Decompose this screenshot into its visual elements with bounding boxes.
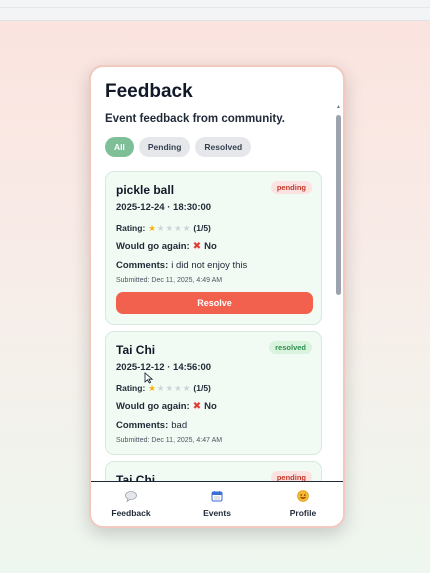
nav-events-label: Events xyxy=(203,508,231,518)
scrollbar-thumb[interactable] xyxy=(336,115,341,295)
event-datetime: 2025-12-12 · 14:56:00 xyxy=(116,362,212,373)
calendar-icon xyxy=(211,490,223,505)
speech-bubble-icon xyxy=(125,490,137,505)
page-title: Feedback xyxy=(105,81,193,102)
event-title: Tai Chi xyxy=(116,343,156,357)
star-empty-icon: ★ xyxy=(165,222,174,233)
status-badge: pending xyxy=(270,181,312,194)
feedback-card: Tai Chi resolved 2025-12-12 · 14:56:00 R… xyxy=(105,331,322,455)
cross-mark-icon: ✖ xyxy=(192,401,202,412)
star-empty-icon: ★ xyxy=(156,222,165,233)
rating-label: Rating: xyxy=(116,223,146,233)
star-filled-icon: ★ xyxy=(148,382,156,393)
feedback-card: pickle ball pending 2025-12-24 · 18:30:0… xyxy=(105,171,322,325)
resolve-button[interactable]: Resolve xyxy=(116,292,313,314)
comments-text: i did not enjoy this xyxy=(171,260,248,271)
app-window: Feedback Event feedback from community. … xyxy=(89,65,345,528)
event-title: pickle ball xyxy=(116,183,175,197)
scroll-up-arrow-icon[interactable]: ▲ xyxy=(336,105,341,110)
comments-label: Comments: xyxy=(116,260,169,271)
star-empty-icon: ★ xyxy=(182,382,191,393)
comments-row: Comments: bad xyxy=(116,420,187,431)
nav-profile-label: Profile xyxy=(289,508,317,518)
rating-text: (1/5) xyxy=(193,383,211,393)
would-go-again-value: No xyxy=(204,401,217,412)
feedback-scroll-area[interactable]: Feedback Event feedback from community. … xyxy=(91,67,343,485)
star-empty-icon: ★ xyxy=(156,382,165,393)
rating-row: Rating: ★ ★ ★ ★ ★ (1/5) xyxy=(116,223,211,233)
smiley-face-icon xyxy=(297,490,309,505)
nav-feedback-label: Feedback xyxy=(111,507,151,518)
mouse-cursor-icon xyxy=(144,372,154,384)
event-datetime: 2025-12-24 · 18:30:00 xyxy=(116,202,212,213)
page-subtitle: Event feedback from community. xyxy=(105,113,285,125)
rating-stars: ★ ★ ★ ★ ★ xyxy=(148,384,190,393)
rating-stars: ★ ★ ★ ★ ★ xyxy=(148,224,190,233)
filter-chips: All Pending Resolved xyxy=(105,137,252,157)
comments-row: Comments: i did not enjoy this xyxy=(116,260,247,271)
submitted-time: Submitted: Dec 11, 2025, 4:49 AM xyxy=(116,277,223,284)
filter-pending[interactable]: Pending xyxy=(138,137,191,157)
comments-text: bad xyxy=(171,420,188,431)
browser-toolbar xyxy=(0,0,430,21)
star-empty-icon: ★ xyxy=(174,222,182,233)
nav-feedback[interactable]: Feedback xyxy=(99,482,163,526)
nav-profile[interactable]: Profile xyxy=(271,482,335,526)
nav-events[interactable]: Events xyxy=(185,482,249,526)
comments-label: Comments: xyxy=(116,420,169,431)
star-filled-icon: ★ xyxy=(148,222,156,233)
cross-mark-icon: ✖ xyxy=(192,241,202,252)
would-go-again-row: Would go again: ✖ No xyxy=(116,241,217,252)
would-go-again-row: Would go again: ✖ No xyxy=(116,401,217,412)
rating-row: Rating: ★ ★ ★ ★ ★ (1/5) xyxy=(116,383,211,393)
would-go-again-value: No xyxy=(204,241,217,252)
star-empty-icon: ★ xyxy=(182,222,191,233)
bottom-nav: Feedback Events Profile xyxy=(91,481,343,526)
would-go-again-label: Would go again: xyxy=(116,401,190,412)
scrollbar[interactable]: ▲ ▼ xyxy=(336,105,341,485)
rating-text: (1/5) xyxy=(193,223,211,233)
status-badge: resolved xyxy=(269,341,312,354)
star-empty-icon: ★ xyxy=(174,382,182,393)
would-go-again-label: Would go again: xyxy=(116,241,190,252)
rating-label: Rating: xyxy=(116,383,146,393)
filter-resolved[interactable]: Resolved xyxy=(195,137,252,157)
submitted-time: Submitted: Dec 11, 2025, 4:47 AM xyxy=(116,437,223,444)
filter-all[interactable]: All xyxy=(105,137,134,157)
star-empty-icon: ★ xyxy=(165,382,174,393)
